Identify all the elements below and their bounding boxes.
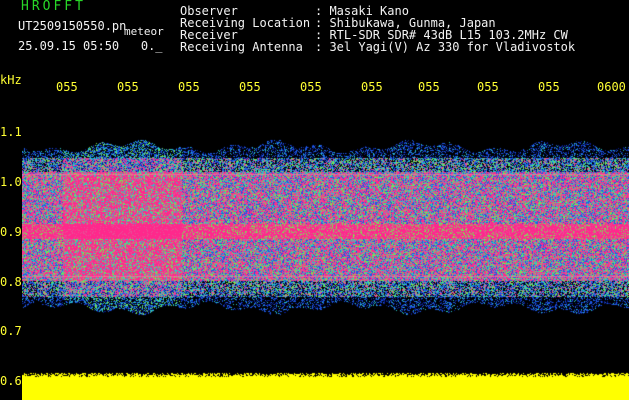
time-tick: 055 xyxy=(300,80,322,94)
time-tick: 055 xyxy=(477,80,499,94)
spectrogram-canvas xyxy=(22,96,629,400)
antenna-label: Receiving Antenna xyxy=(180,40,303,54)
frequency-unit: kHz xyxy=(0,73,22,87)
freq-tick: 1.1 xyxy=(0,125,22,139)
program-title: HROFFT xyxy=(21,0,86,14)
datetime: 25.09.15 05:50 xyxy=(18,39,120,53)
meteor-tag: meteor xyxy=(124,25,164,38)
freq-tick: 0.6 xyxy=(0,374,22,388)
time-tick: 0600 xyxy=(597,80,626,94)
time-tick: 055 xyxy=(117,80,139,94)
time-tick: 055 xyxy=(418,80,440,94)
field-values: : Masaki Kano : Shibukawa, Gunma, Japan … xyxy=(315,5,575,53)
time-tick: 055 xyxy=(538,80,560,94)
time-tick: 055 xyxy=(178,80,200,94)
freq-tick: 0.9 xyxy=(0,225,22,239)
antenna-value: : 3el Yagi(V) Az 330 for Vladivostok xyxy=(315,40,576,54)
freq-tick: 0.7 xyxy=(0,324,22,338)
counter: 0._ xyxy=(140,39,163,53)
timestamp: 25.09.15 05:50 0._ xyxy=(18,40,163,52)
freq-tick: 1.0 xyxy=(0,175,22,189)
time-tick: 055 xyxy=(56,80,78,94)
time-tick: 055 xyxy=(361,80,383,94)
field-labels: Observer Receiving Location Receiver Rec… xyxy=(180,5,310,53)
freq-tick: 0.8 xyxy=(0,275,22,289)
time-tick: 055 xyxy=(239,80,261,94)
file-name: UT2509150550.pn xyxy=(18,19,127,33)
